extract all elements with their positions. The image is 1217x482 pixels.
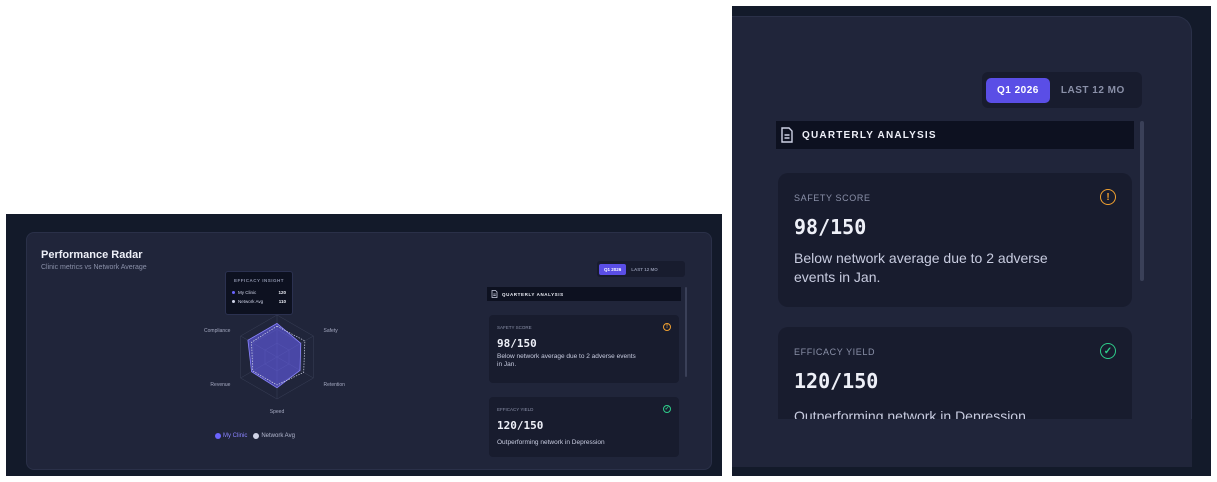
tooltip-row-my-clinic: My Clinic 120 <box>232 290 286 295</box>
analysis-card-zoomed: Q1 2026 LAST 12 MO QUARTERLY ANALYSIS SA… <box>732 16 1192 467</box>
radar-axis-label: Safety <box>324 328 339 334</box>
tooltip-row-network-avg: Network Avg 110 <box>232 299 286 304</box>
legend-dot-icon <box>215 433 221 439</box>
metric-description: Below network average due to 2 adverse e… <box>497 353 636 368</box>
tooltip-value: 110 <box>278 299 286 304</box>
dashboard-screenshot-zoomed: Q1 2026 LAST 12 MO QUARTERLY ANALYSIS SA… <box>732 6 1211 476</box>
check-circle-icon: ✓ <box>1100 343 1116 359</box>
metric-value: 120/150 <box>497 419 544 432</box>
radar-axis-label: Compliance <box>204 328 231 334</box>
radar-axis-label: Speed <box>270 409 285 415</box>
analysis-heading: QUARTERLY ANALYSIS <box>802 129 937 141</box>
check-circle-icon: ✓ <box>663 405 671 413</box>
tooltip-title: EFFICACY INSIGHT <box>234 278 284 283</box>
quarterly-analysis-header: QUARTERLY ANALYSIS <box>776 121 1134 149</box>
panel-subtitle: Clinic metrics vs Network Average <box>41 264 147 271</box>
analysis-scrollbar[interactable] <box>1140 121 1144 281</box>
period-option-q1-2026[interactable]: Q1 2026 <box>986 77 1050 103</box>
radar-axis-label: Retention <box>324 382 346 388</box>
warning-icon: ! <box>1100 189 1116 205</box>
period-toggle: Q1 2026 LAST 12 MO <box>597 261 685 277</box>
metric-value: 98/150 <box>497 337 537 350</box>
legend-item-network-avg[interactable]: Network Avg <box>253 433 295 439</box>
metric-value: 120/150 <box>794 369 879 393</box>
performance-radar-card: Performance Radar Clinic metrics vs Netw… <box>26 232 712 470</box>
metric-description: Outperforming network in Depression <box>497 439 605 446</box>
legend-label: Network Avg <box>261 433 295 439</box>
radar-series-0[interactable] <box>247 322 302 389</box>
legend-dot-icon <box>253 433 260 439</box>
tooltip-label: Network Avg <box>238 299 264 304</box>
legend-item-my-clinic[interactable]: My Clinic <box>215 433 247 439</box>
quarterly-analysis-header: QUARTERLY ANALYSIS <box>487 287 681 301</box>
metric-value: 98/150 <box>794 215 867 239</box>
metric-label: SAFETY SCORE <box>497 325 532 330</box>
document-icon <box>491 290 498 298</box>
panel-title: Performance Radar <box>41 249 143 261</box>
metric-label: SAFETY SCORE <box>794 193 871 203</box>
radar-legend: My Clinic Network Avg <box>215 433 301 439</box>
metric-description: Below network average due to 2 adverse e… <box>794 250 1048 285</box>
metric-card-efficacy: EFFICACY YIELD 120/150 Outperforming net… <box>489 397 679 457</box>
warning-icon: ! <box>663 323 671 331</box>
tooltip-value: 120 <box>278 290 286 295</box>
card-footer-fade <box>732 419 1192 467</box>
metric-card-safety: SAFETY SCORE 98/150 Below network averag… <box>489 315 679 383</box>
metric-label: EFFICACY YIELD <box>497 407 534 412</box>
period-option-last-12-mo[interactable]: LAST 12 MO <box>626 264 663 275</box>
period-toggle: Q1 2026 LAST 12 MO <box>982 72 1142 108</box>
tooltip-label: My Clinic <box>238 290 257 295</box>
legend-label: My Clinic <box>223 433 248 439</box>
efficacy-tooltip: EFFICACY INSIGHT My Clinic 120 Network A… <box>225 271 293 315</box>
tooltip-dot-icon <box>232 291 235 294</box>
metric-card-safety: SAFETY SCORE 98/150 Below network averag… <box>778 173 1132 307</box>
analysis-scrollbar[interactable] <box>685 287 687 377</box>
document-icon <box>781 127 793 143</box>
radar-axis-label: Revenue <box>210 382 230 388</box>
period-option-q1-2026[interactable]: Q1 2026 <box>599 263 627 275</box>
tooltip-dot-icon <box>232 300 235 303</box>
dashboard-screenshot-full: Performance Radar Clinic metrics vs Netw… <box>6 214 722 476</box>
analysis-heading: QUARTERLY ANALYSIS <box>502 291 564 297</box>
metric-label: EFFICACY YIELD <box>794 347 876 357</box>
period-option-last-12-mo[interactable]: LAST 12 MO <box>1050 78 1136 103</box>
